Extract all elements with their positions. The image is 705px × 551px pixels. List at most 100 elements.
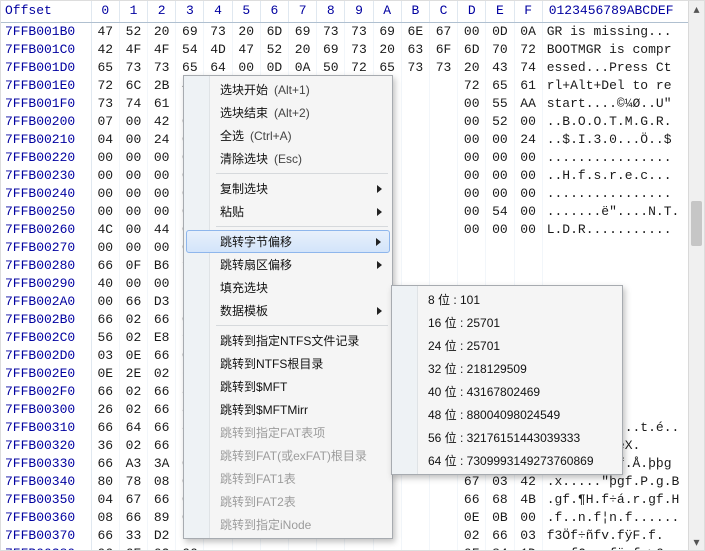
hex-cell[interactable]: 36 (91, 437, 119, 455)
hex-cell[interactable] (260, 545, 288, 550)
hex-cell[interactable]: 02 (119, 401, 147, 419)
hex-cell[interactable]: 84 (486, 545, 514, 550)
hex-row[interactable]: 7FFB001C0424F4F544D475220697320636F6D707… (1, 41, 704, 59)
ascii-cell[interactable]: f3Öf÷ñfv.fÿF.f. (542, 527, 704, 545)
hex-cell[interactable]: 00 (91, 293, 119, 311)
hex-cell[interactable]: 63 (401, 41, 429, 59)
hex-cell[interactable]: 73 (345, 23, 373, 42)
hex-cell[interactable]: 54 (486, 203, 514, 221)
hex-cell[interactable] (486, 257, 514, 275)
hex-cell[interactable] (429, 95, 457, 113)
hex-cell[interactable]: 54 (176, 41, 204, 59)
submenu-item[interactable]: 48 位 : 88004098024549 (394, 403, 620, 426)
hex-cell[interactable]: 00 (119, 131, 147, 149)
hex-cell[interactable]: 03 (91, 347, 119, 365)
hex-cell[interactable]: 00 (91, 203, 119, 221)
hex-cell[interactable]: 69 (317, 41, 345, 59)
hex-cell[interactable]: 72 (91, 77, 119, 95)
hex-cell[interactable]: 00 (514, 509, 542, 527)
ascii-cell[interactable]: ................ (542, 185, 704, 203)
menu-item[interactable]: 跳转到$MFTMirr (186, 398, 390, 421)
hex-cell[interactable]: 02 (458, 527, 486, 545)
hex-cell[interactable] (401, 509, 429, 527)
hex-cell[interactable] (429, 473, 457, 491)
hex-cell[interactable]: 66 (176, 545, 204, 550)
hex-cell[interactable] (458, 239, 486, 257)
hex-cell[interactable]: 26 (91, 401, 119, 419)
hex-cell[interactable]: 20 (148, 23, 176, 42)
submenu-item[interactable]: 64 位 : 7309993149273760869 (394, 449, 620, 472)
hex-cell[interactable]: 78 (119, 473, 147, 491)
hex-cell[interactable]: 00 (458, 221, 486, 239)
ascii-cell[interactable]: BOOTMGR is compr (542, 41, 704, 59)
scroll-up-icon[interactable]: ▴ (689, 1, 704, 17)
hex-cell[interactable]: 00 (458, 167, 486, 185)
ascii-cell[interactable]: .x....."þgf.P.g.B (542, 473, 704, 491)
hex-cell[interactable] (401, 113, 429, 131)
hex-cell[interactable]: 2B (148, 77, 176, 95)
hex-cell[interactable]: 66 (148, 491, 176, 509)
hex-cell[interactable]: 02 (119, 311, 147, 329)
hex-cell[interactable] (429, 203, 457, 221)
hex-cell[interactable]: 66 (148, 383, 176, 401)
menu-item[interactable]: 全选(Ctrl+A) (186, 124, 390, 147)
hex-cell[interactable]: 00 (119, 167, 147, 185)
hex-cell[interactable]: 04 (91, 131, 119, 149)
hex-row[interactable]: 7FFB001B04752206973206D697373696E67000D0… (1, 23, 704, 42)
jump-byte-offset-submenu[interactable]: 8 位 : 10116 位 : 2570124 位 : 2570132 位 : … (391, 285, 623, 475)
hex-cell[interactable]: 0E (91, 365, 119, 383)
hex-cell[interactable]: 00 (514, 221, 542, 239)
hex-cell[interactable]: 4F (119, 41, 147, 59)
hex-cell[interactable]: 02 (148, 365, 176, 383)
hex-cell[interactable]: 00 (91, 167, 119, 185)
hex-cell[interactable]: 69 (176, 23, 204, 42)
hex-cell[interactable]: 66 (148, 401, 176, 419)
hex-cell[interactable]: 66 (91, 383, 119, 401)
hex-cell[interactable] (429, 491, 457, 509)
menu-item[interactable]: 跳转到指定NTFS文件记录 (186, 329, 390, 352)
hex-cell[interactable]: 0F (458, 545, 486, 550)
hex-cell[interactable]: 00 (91, 185, 119, 203)
hex-cell[interactable] (429, 185, 457, 203)
hex-cell[interactable]: 00 (486, 221, 514, 239)
hex-cell[interactable]: 73 (148, 59, 176, 77)
hex-cell[interactable] (401, 131, 429, 149)
hex-cell[interactable] (429, 77, 457, 95)
hex-cell[interactable]: 72 (514, 41, 542, 59)
hex-cell[interactable]: 0D (486, 23, 514, 42)
hex-cell[interactable]: 73 (204, 23, 232, 42)
menu-item[interactable]: 清除选块(Esc) (186, 147, 390, 170)
hex-cell[interactable] (401, 527, 429, 545)
hex-cell[interactable]: 6F (429, 41, 457, 59)
hex-cell[interactable]: 70 (486, 41, 514, 59)
hex-cell[interactable] (401, 257, 429, 275)
hex-cell[interactable]: 72 (458, 77, 486, 95)
hex-cell[interactable]: 33 (119, 527, 147, 545)
ascii-cell[interactable]: ..$.I.3.0...Ö..$ (542, 131, 704, 149)
ascii-cell[interactable]: ..H.f.s.r.e.c... (542, 167, 704, 185)
hex-cell[interactable] (429, 149, 457, 167)
hex-cell[interactable]: 00 (148, 167, 176, 185)
hex-cell[interactable]: 00 (514, 149, 542, 167)
hex-cell[interactable]: 00 (514, 167, 542, 185)
menu-item[interactable]: 填充选块 (186, 276, 390, 299)
hex-cell[interactable]: 66 (148, 419, 176, 437)
vertical-scrollbar[interactable]: ▴ ▾ (688, 1, 704, 550)
hex-cell[interactable]: 2E (119, 365, 147, 383)
ascii-cell[interactable]: GR is missing... (542, 23, 704, 42)
hex-cell[interactable]: 43 (486, 59, 514, 77)
hex-cell[interactable] (429, 527, 457, 545)
hex-cell[interactable]: 66 (148, 437, 176, 455)
hex-cell[interactable]: 00 (119, 185, 147, 203)
hex-cell[interactable]: 64 (119, 419, 147, 437)
hex-row[interactable]: 7FFB00380066E02660F841D.n.f£.n.fÿ.f.>6. (1, 545, 704, 550)
hex-cell[interactable]: 65 (91, 59, 119, 77)
hex-cell[interactable]: 02 (119, 437, 147, 455)
hex-cell[interactable]: 4C (91, 221, 119, 239)
ascii-cell[interactable]: ..B.O.O.T.M.G.R. (542, 113, 704, 131)
hex-cell[interactable] (429, 509, 457, 527)
hex-cell[interactable]: 68 (486, 491, 514, 509)
hex-cell[interactable]: 44 (148, 221, 176, 239)
hex-cell[interactable]: 69 (289, 23, 317, 42)
menu-item[interactable]: 跳转到$MFT (186, 375, 390, 398)
